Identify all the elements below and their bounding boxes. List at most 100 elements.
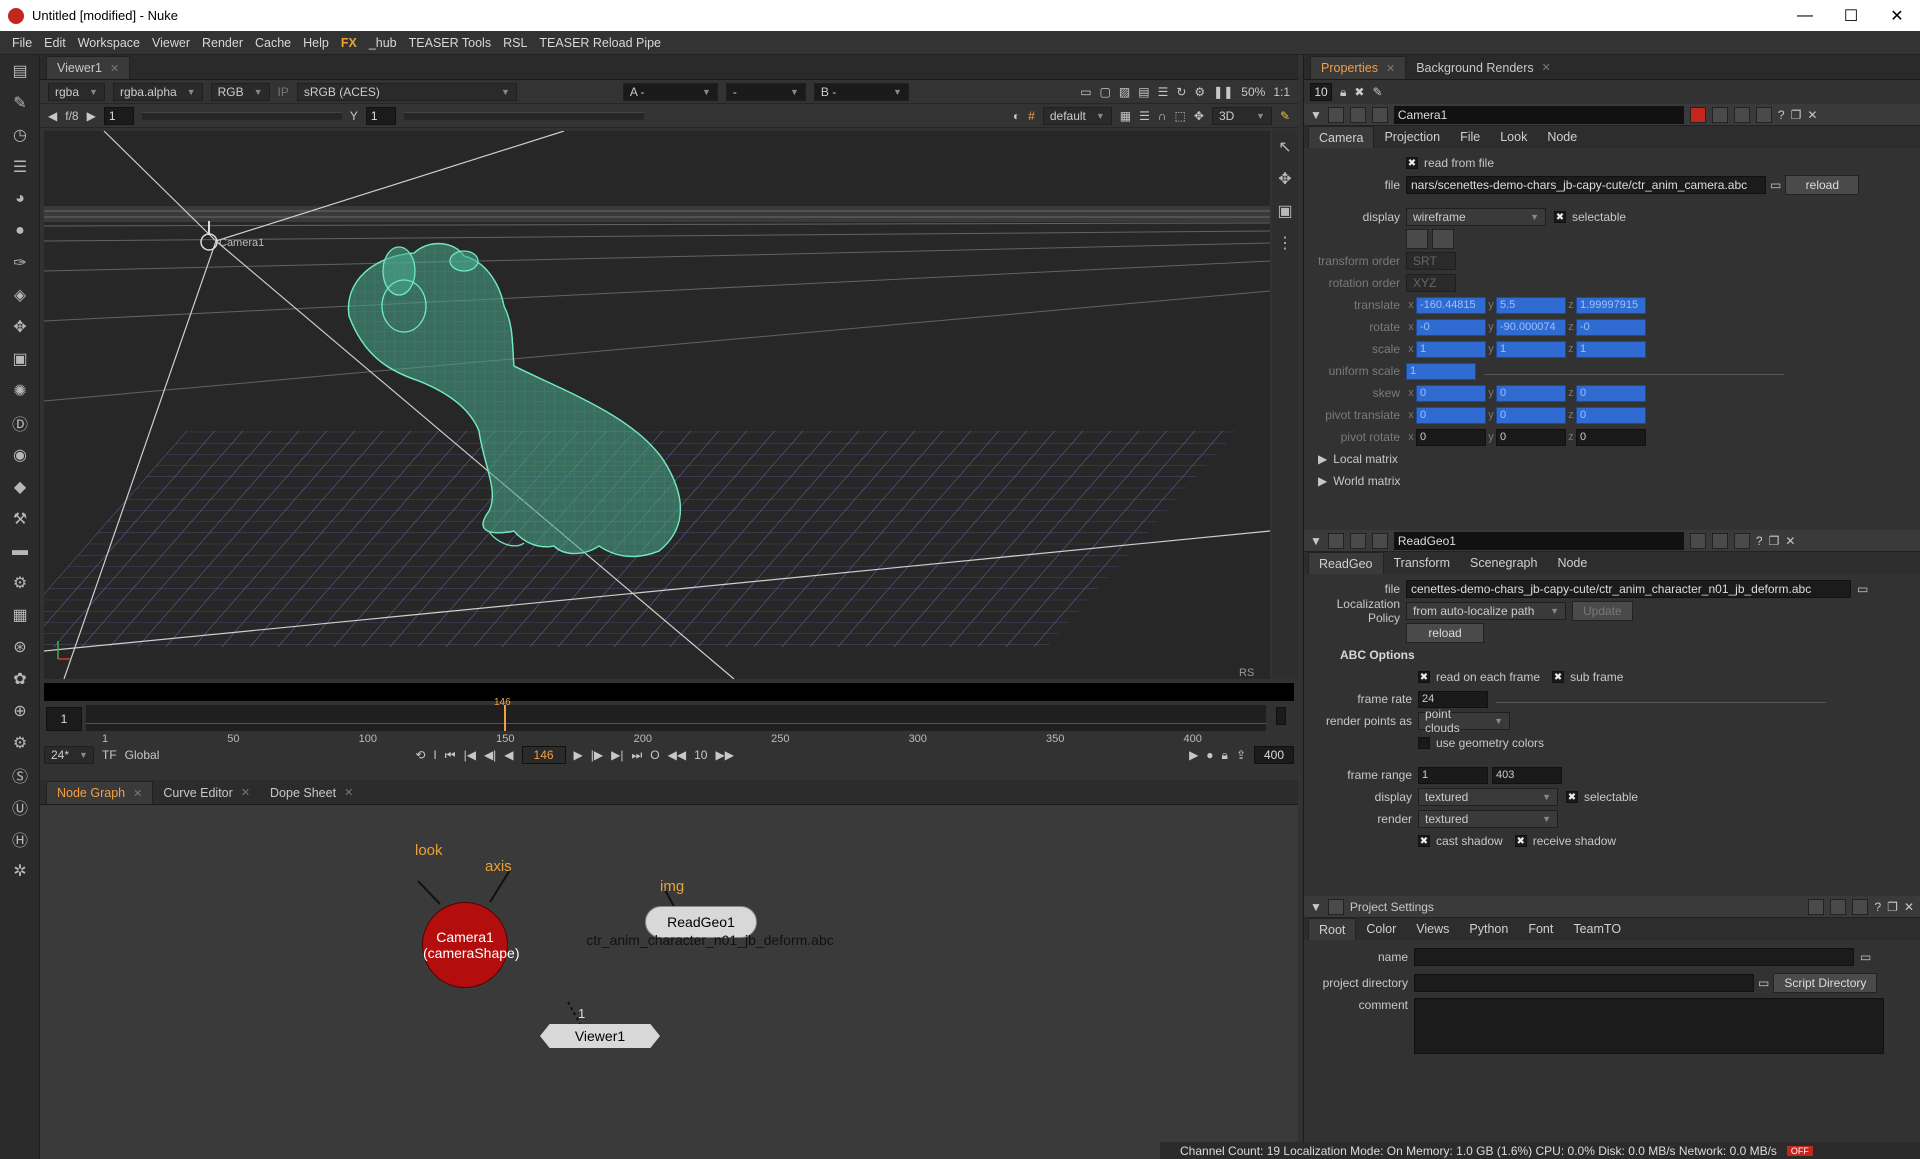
close-icon[interactable]: ✕ (1807, 108, 1817, 122)
fstop-value[interactable]: f/8 (65, 109, 78, 123)
viewer1-node[interactable]: Viewer1 (540, 1024, 660, 1048)
node-icon[interactable] (1349, 106, 1366, 123)
read-from-file-checkbox[interactable]: ✖ (1406, 157, 1418, 169)
camera1-node[interactable]: Camera1 (cameraShape) (422, 902, 520, 988)
frame-rate-field[interactable]: 24 (1418, 690, 1488, 708)
receive-shadow-checkbox[interactable]: ✖ (1514, 835, 1527, 847)
record-icon[interactable]: ● (1206, 748, 1213, 762)
time-tools-icon[interactable]: ◷ (0, 119, 40, 151)
vertex-tool-icon[interactable]: ⋮ (1272, 227, 1298, 259)
tab-scenegraph[interactable]: Scenegraph (1460, 552, 1547, 574)
curve-icon[interactable]: ∩ (1158, 109, 1167, 123)
tab-properties[interactable]: Properties ✕ (1310, 56, 1407, 79)
undo-icon[interactable] (1808, 898, 1825, 915)
expand-icon[interactable]: ▶ (1318, 452, 1327, 466)
menu-render[interactable]: Render (196, 36, 249, 50)
help-question-icon[interactable]: ? (1874, 900, 1881, 914)
menu-viewer[interactable]: Viewer (146, 36, 196, 50)
channels-dropdown[interactable]: rgba ▼ (48, 82, 105, 101)
float-icon[interactable]: ❐ (1769, 534, 1780, 548)
lock-icon[interactable]: 🔒︎ (1222, 748, 1228, 763)
menu-workspace[interactable]: Workspace (72, 36, 146, 50)
keyer-tools-icon[interactable]: ✑ (0, 247, 40, 279)
overlay-icon[interactable]: ▤ (1138, 85, 1149, 99)
list-icon[interactable]: ☰ (1139, 109, 1150, 123)
menu-teaser-reload-pipe[interactable]: TEASER Reload Pipe (533, 36, 667, 50)
camera-file-input[interactable]: nars/scenettes-demo-chars_jb-capy-cute/c… (1406, 176, 1766, 194)
menu-edit[interactable]: Edit (38, 36, 72, 50)
lines-icon[interactable]: ☰ (1158, 85, 1169, 99)
uniform-scale-slider[interactable] (1484, 367, 1784, 375)
step-size-value[interactable]: 10 (694, 748, 707, 762)
world-matrix-row[interactable]: ▶ World matrix (1304, 470, 1920, 492)
gizmo-h-icon[interactable]: Ⓗ (0, 823, 40, 855)
menu-hub[interactable]: _hub (363, 36, 403, 50)
tab-dope-sheet[interactable]: Dope Sheet ✕ (260, 781, 363, 804)
gizmo-g-icon[interactable]: ✲ (0, 855, 40, 887)
last-frame-icon[interactable]: ⏭ (631, 748, 642, 763)
select-arrow-icon[interactable]: ↖ (1272, 131, 1298, 163)
help-icon[interactable] (1371, 532, 1388, 549)
timeline-slider[interactable]: 146 (86, 697, 1266, 731)
gain-right-icon[interactable]: ▶ (87, 109, 96, 123)
zoom-value[interactable]: 50% (1241, 85, 1265, 99)
float-icon[interactable]: ❐ (1791, 108, 1802, 122)
viewer-3d-viewport[interactable]: Camera1 RS (44, 131, 1270, 679)
grid-icon[interactable]: # (1028, 109, 1035, 123)
menu-teaser-tools[interactable]: TEASER Tools (403, 36, 497, 50)
help-question-icon[interactable]: ? (1756, 534, 1763, 548)
tab-curve-editor[interactable]: Curve Editor ✕ (153, 781, 260, 804)
viewport-canvas[interactable]: Camera1 RS (44, 131, 1270, 679)
max-panels-input[interactable]: 10 (1310, 83, 1332, 101)
frame-start-input[interactable]: 1 (46, 707, 82, 731)
menu-cache[interactable]: Cache (249, 36, 297, 50)
skip-forward-icon[interactable]: ▶▶ (715, 748, 733, 762)
tf-dropdown[interactable]: TF (102, 748, 117, 762)
rotate-x-field[interactable]: -0 (1416, 318, 1486, 336)
pivot-translate-z-field[interactable]: 0 (1576, 406, 1646, 424)
metadata-tools-icon[interactable]: ◆ (0, 471, 40, 503)
update-button[interactable]: Update (1572, 601, 1633, 621)
readgeo-render-dropdown[interactable]: textured ▼ (1418, 810, 1558, 828)
minimize-button[interactable]: — (1782, 7, 1828, 25)
pivot-rotate-x-field[interactable]: 0 (1416, 428, 1486, 446)
in-point-icon[interactable]: I (433, 748, 436, 762)
menu-help[interactable]: Help (297, 36, 335, 50)
scale-z-field[interactable]: 1 (1576, 340, 1646, 358)
lut-dropdown[interactable]: default ▼ (1042, 106, 1112, 125)
tab-font[interactable]: Font (1518, 918, 1563, 940)
step-forward-icon[interactable]: |▶ (591, 748, 603, 762)
tab-camera[interactable]: Camera (1308, 126, 1375, 148)
pen-icon[interactable]: ✎ (1372, 85, 1382, 99)
re-vision-icon[interactable]: ▦ (0, 599, 40, 631)
gizmo-a-icon[interactable]: ⊛ (0, 631, 40, 663)
close-button[interactable]: ✕ (1874, 6, 1920, 26)
settings-icon[interactable]: ⚙ (1194, 85, 1205, 99)
snap-icon[interactable] (1406, 229, 1428, 249)
help-question-icon[interactable]: ? (1778, 108, 1785, 122)
node-icon[interactable] (1327, 898, 1344, 915)
proxy-icon[interactable]: ▨ (1119, 85, 1130, 99)
tab-node[interactable]: Node (1547, 552, 1597, 574)
script-directory-button[interactable]: Script Directory (1773, 973, 1878, 993)
camera-display-dropdown[interactable]: wireframe ▼ (1406, 208, 1546, 226)
cameras-icon[interactable]: ▦ (1120, 109, 1131, 123)
tab-file[interactable]: File (1450, 126, 1490, 148)
prev-keyframe-icon[interactable]: |◀ (464, 748, 476, 762)
tab-background-renders[interactable]: Background Renders ✕ (1406, 56, 1561, 79)
skew-y-field[interactable]: 0 (1496, 384, 1566, 402)
selectable-checkbox[interactable]: ✖ (1566, 791, 1578, 803)
node-color-icon[interactable] (1327, 106, 1344, 123)
alpha-dropdown[interactable]: rgba.alpha ▼ (112, 82, 203, 101)
skip-back-icon[interactable]: ◀◀ (668, 748, 686, 762)
plugins-icon[interactable]: ⚙ (0, 567, 40, 599)
frame-range-start-field[interactable]: 1 (1418, 766, 1488, 784)
frame-end-input[interactable]: 400 (1254, 746, 1294, 764)
gizmo-e-icon[interactable]: Ⓢ (0, 759, 40, 791)
revert-icon[interactable] (1733, 532, 1750, 549)
gizmo-f-icon[interactable]: Ⓤ (0, 791, 40, 823)
menu-rsl[interactable]: RSL (497, 36, 533, 50)
tab-root[interactable]: Root (1308, 918, 1357, 940)
translate-x-field[interactable]: -160.44815 (1416, 296, 1486, 314)
tab-views[interactable]: Views (1406, 918, 1459, 940)
